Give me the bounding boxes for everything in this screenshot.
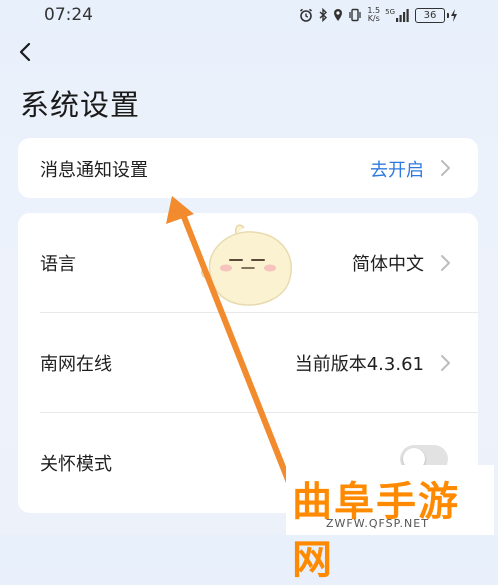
bluetooth-icon bbox=[319, 8, 328, 22]
charging-icon bbox=[451, 8, 457, 22]
status-icons: 1.5 K/s 5G 36 bbox=[299, 4, 458, 26]
location-icon bbox=[334, 9, 343, 21]
chevron-right-icon bbox=[441, 255, 450, 271]
online-label: 南网在线 bbox=[40, 354, 112, 375]
language-value: 简体中文 bbox=[352, 254, 424, 275]
signal-indicator: 5G bbox=[385, 8, 410, 22]
care-mode-label: 关怀模式 bbox=[40, 454, 112, 475]
vibrate-icon bbox=[349, 8, 362, 22]
status-bar: 07:24 1.5 K/s 5G 36 bbox=[0, 0, 498, 30]
version-value: 当前版本4.3.61 bbox=[294, 354, 424, 375]
chevron-left-icon bbox=[19, 42, 31, 62]
notification-settings-row[interactable]: 消息通知设置 去开启 bbox=[18, 138, 478, 198]
alarm-icon bbox=[300, 8, 313, 22]
notification-settings-label: 消息通知设置 bbox=[40, 160, 148, 181]
site-watermark: 曲阜手游网 ZWFW.QFSP.NET bbox=[286, 465, 494, 583]
status-time: 07:24 bbox=[44, 5, 93, 25]
chevron-right-icon bbox=[441, 160, 450, 176]
net-speed: 1.5 K/s bbox=[367, 6, 381, 23]
page-title: 系统设置 bbox=[20, 88, 141, 122]
chevron-right-icon bbox=[441, 355, 450, 371]
online-version-row[interactable]: 南网在线 当前版本4.3.61 bbox=[18, 313, 478, 413]
mascot-watermark-icon bbox=[201, 224, 292, 306]
signal-icon bbox=[396, 8, 409, 22]
battery-indicator: 36 bbox=[415, 7, 449, 23]
watermark-url: ZWFW.QFSP.NET bbox=[326, 517, 429, 530]
language-label: 语言 bbox=[40, 254, 76, 275]
notification-settings-value: 去开启 bbox=[370, 160, 424, 181]
back-button[interactable] bbox=[14, 40, 38, 64]
